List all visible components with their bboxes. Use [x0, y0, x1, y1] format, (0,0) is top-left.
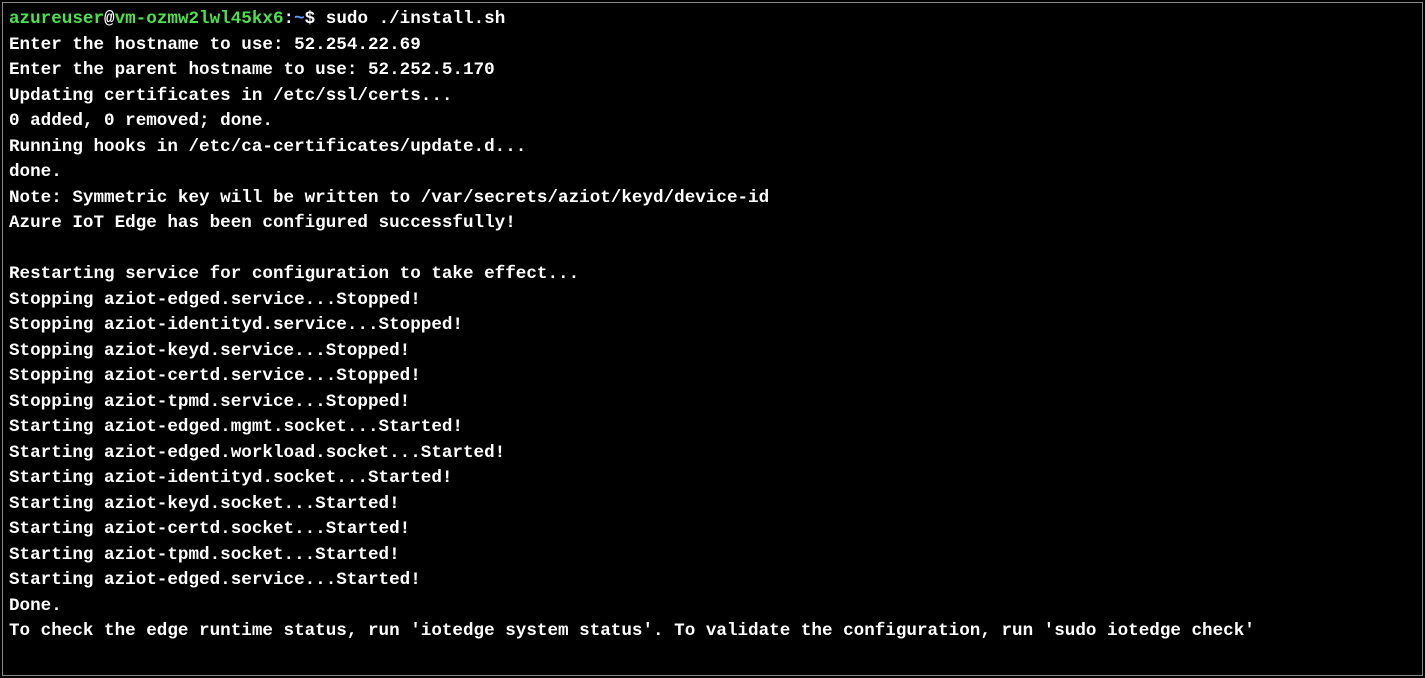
output-line: Enter the parent hostname to use: 52.252…	[9, 60, 495, 80]
prompt-symbol: $	[305, 9, 326, 29]
prompt-path: ~	[294, 9, 305, 29]
output-line: Azure IoT Edge has been configured succe…	[9, 213, 516, 233]
command-text: sudo ./install.sh	[326, 9, 506, 29]
output-line: done.	[9, 162, 62, 182]
output-line: Stopping aziot-identityd.service...Stopp…	[9, 315, 463, 335]
output-line: Running hooks in /etc/ca-certificates/up…	[9, 137, 526, 157]
output-line: Stopping aziot-edged.service...Stopped!	[9, 290, 421, 310]
output-line: Enter the hostname to use: 52.254.22.69	[9, 35, 421, 55]
prompt-colon: :	[284, 9, 295, 29]
output-line: Updating certificates in /etc/ssl/certs.…	[9, 86, 452, 106]
output-line: 0 added, 0 removed; done.	[9, 111, 273, 131]
prompt-user: azureuser	[9, 9, 104, 29]
output-line: Done.	[9, 596, 62, 616]
output-line: Restarting service for configuration to …	[9, 264, 579, 284]
output-line: Stopping aziot-keyd.service...Stopped!	[9, 341, 410, 361]
output-line: Starting aziot-edged.workload.socket...S…	[9, 443, 505, 463]
prompt-at: @	[104, 9, 115, 29]
output-line: Note: Symmetric key will be written to /…	[9, 188, 769, 208]
output-line: Starting aziot-edged.mgmt.socket...Start…	[9, 417, 463, 437]
output-line: Starting aziot-edged.service...Started!	[9, 570, 421, 590]
output-line: Starting aziot-tpmd.socket...Started!	[9, 545, 400, 565]
output-line: To check the edge runtime status, run 'i…	[9, 621, 1255, 641]
output-line: Starting aziot-certd.socket...Started!	[9, 519, 410, 539]
prompt-line: azureuser@vm-ozmw2lwl45kx6:~$ sudo ./ins…	[9, 9, 505, 29]
prompt-host: vm-ozmw2lwl45kx6	[115, 9, 284, 29]
output-line: Stopping aziot-certd.service...Stopped!	[9, 366, 421, 386]
terminal-window[interactable]: azureuser@vm-ozmw2lwl45kx6:~$ sudo ./ins…	[2, 2, 1423, 676]
output-line: Starting aziot-identityd.socket...Starte…	[9, 468, 452, 488]
output-line: Starting aziot-keyd.socket...Started!	[9, 494, 400, 514]
output-line: Stopping aziot-tpmd.service...Stopped!	[9, 392, 410, 412]
